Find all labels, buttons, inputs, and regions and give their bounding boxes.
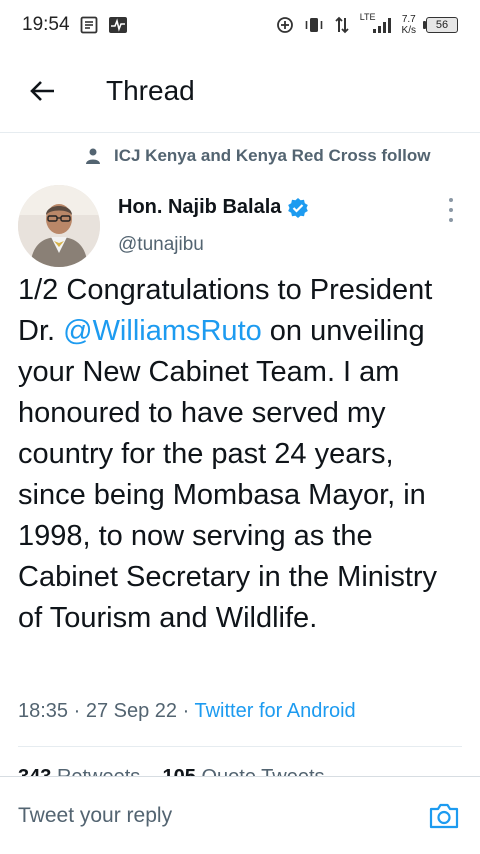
signal-icon: LTE [360,12,392,33]
data-transfer-icon [334,16,350,34]
author-handle[interactable]: @tunajibu [118,234,204,256]
person-icon [86,148,100,164]
arrow-left-icon [30,81,54,101]
author-name-text: Hon. Najib Balala [118,196,282,218]
tweet-text-after: on unveiling your New Cabinet Team. I am… [18,315,438,634]
quote-label: Quote Tweets [201,766,324,776]
status-bar-right: LTE 7.7 K/s 56 [276,12,458,36]
author-name[interactable]: Hon. Najib Balala [118,196,309,219]
tweet-time: 18:35 [18,700,69,722]
quote-count[interactable]: 105 [163,766,196,776]
page-title: Thread [106,75,195,106]
social-context[interactable]: ICJ Kenya and Kenya Red Cross follow [86,146,430,166]
network-speed-value: 7.7 [401,14,416,25]
tweet-text: 1/2 Congratulations to President Dr. @Wi… [18,270,468,639]
tweet-source[interactable]: Twitter for Android [195,700,356,722]
meta-separator: · [73,700,81,722]
reply-bar: Tweet your reply [0,776,480,854]
data-saver-icon [276,16,294,34]
tweet-stats: 343 Retweets 105 Quote Tweets [18,762,325,776]
retweet-label: Retweets [57,766,140,776]
reply-input[interactable]: Tweet your reply [18,804,426,828]
vibrate-icon [304,16,324,34]
thread-header: Thread [0,50,480,133]
status-time: 19:54 [22,14,70,35]
camera-icon [429,803,459,828]
more-options-button[interactable] [444,198,458,222]
status-bar-left: 19:54 [22,14,128,36]
social-context-text: ICJ Kenya and Kenya Red Cross follow [114,146,431,165]
network-speed: 7.7 K/s [402,14,416,36]
tweet-meta: 18:35 · 27 Sep 22 · Twitter for Android [18,700,356,723]
network-speed-unit: K/s [401,25,416,36]
divider [18,746,462,747]
more-dot-icon [449,198,453,202]
more-dot-icon [449,208,453,212]
meta-separator: · [182,700,190,722]
camera-button[interactable] [426,798,462,834]
mention-link[interactable]: @WilliamsRuto [63,315,262,347]
activity-icon [108,16,128,34]
verified-badge-icon [288,197,309,218]
battery-icon: 56 [423,17,458,33]
battery-level: 56 [435,19,449,31]
lte-label: LTE [359,12,376,22]
tweet-date: 27 Sep 22 [85,700,178,722]
back-button[interactable] [20,69,64,113]
more-dot-icon [449,218,453,222]
notification-icon [80,16,98,34]
retweet-count[interactable]: 343 [18,766,51,776]
status-bar: 19:54 LTE 7.7 K/s 56 [0,0,480,50]
avatar[interactable] [18,185,100,267]
